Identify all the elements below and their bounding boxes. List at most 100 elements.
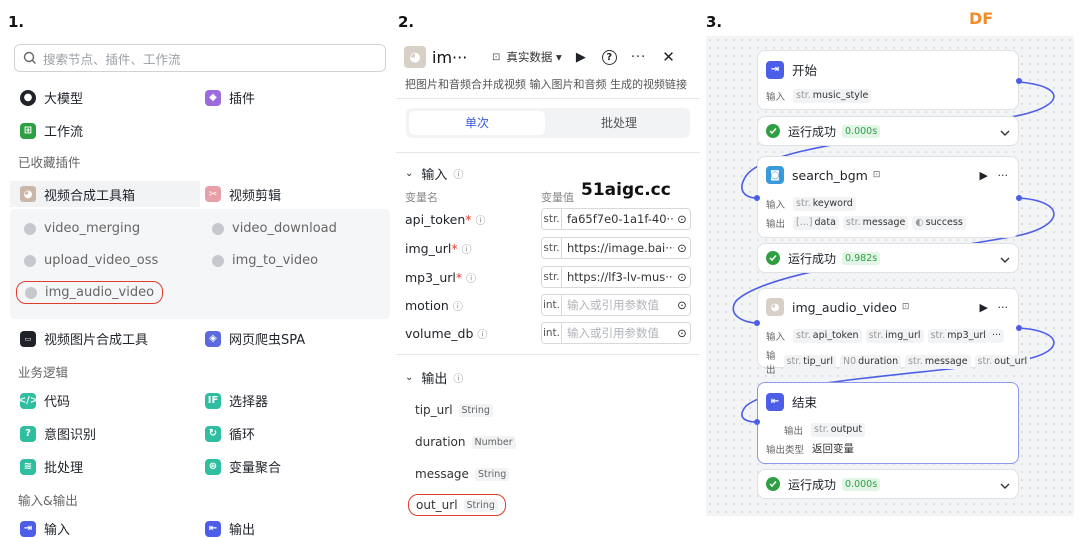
reference-picker-icon[interactable]: ⊙ (674, 212, 690, 226)
required-mark: * (465, 211, 472, 227)
type-label: str. (542, 267, 562, 287)
section-io: 输入&输出 (18, 493, 78, 508)
item-selector[interactable]: IF 选择器 (205, 391, 390, 410)
item-loop[interactable]: ↻ 循环 (205, 424, 390, 443)
fav-video-toolbox[interactable]: ◕ 视频合成工具箱 (10, 181, 201, 207)
item-llm[interactable]: ● 大模型 (20, 88, 205, 107)
output-port[interactable] (1016, 78, 1022, 84)
item-var-aggregate[interactable]: ⊛ 变量聚合 (205, 457, 390, 476)
output-type: Number (471, 435, 516, 449)
input-port[interactable] (754, 419, 760, 425)
item-spa-crawler[interactable]: ◈ 网页爬虫SPA (205, 329, 390, 348)
param-value-field[interactable]: int. 输入或引用参数值 ⊙ (541, 294, 691, 316)
search-input[interactable]: 搜索节点、插件、工作流 (14, 44, 386, 72)
more-icon[interactable]: ··· (998, 169, 1009, 182)
item-intent[interactable]: ? 意图识别 (20, 424, 205, 443)
node-start[interactable]: ⇥ 开始 输入 str. music_style (757, 50, 1019, 110)
more-icon[interactable]: ··· (631, 50, 646, 65)
reference-picker-icon[interactable]: ⊙ (674, 241, 690, 255)
output-port[interactable] (1016, 195, 1022, 201)
input-port[interactable] (754, 320, 760, 326)
param-value: fa65f7e0-1a1f-40··· (567, 212, 674, 226)
item-video-image-tool[interactable]: ▭ 视频图片合成工具 (20, 329, 205, 348)
plugin-tools-list: video_merging video_download upload_vide… (10, 209, 390, 319)
reference-picker-icon[interactable]: ⊙ (674, 298, 690, 312)
plugin-icon: ◙ (766, 166, 784, 184)
watermark-logo: DF (969, 9, 994, 28)
info-icon: ⓘ (453, 374, 464, 385)
item-code[interactable]: </> 代码 (18, 391, 205, 410)
node-end[interactable]: ⇤ 结束 输出 str. output 输出类型 返回变量 (757, 382, 1019, 464)
more-icon[interactable]: ··· (998, 301, 1009, 314)
param-pill: str. keyword (793, 197, 856, 211)
item-batch[interactable]: ≋ 批处理 (20, 457, 205, 476)
tool-upload-video-oss[interactable]: upload_video_oss (24, 253, 158, 268)
input-port[interactable] (754, 195, 760, 201)
io-label: 输出 (766, 351, 776, 376)
param-name: api_token (812, 330, 859, 341)
tool-img-audio-video[interactable]: img_audio_video (16, 281, 164, 304)
run-status-end[interactable]: 运行成功 0.000s (757, 469, 1019, 499)
output-name: message (415, 467, 469, 481)
output-port[interactable] (1016, 325, 1022, 331)
input-row-mp3-url: mp3_url* ⓘ str. https://lf3-lv-mus··· ⊙ (405, 266, 691, 288)
run-play-icon[interactable]: ▶ (576, 50, 586, 65)
item-label: 视频图片合成工具 (44, 333, 149, 348)
param-type: ◐ (915, 217, 924, 228)
tool-video-download[interactable]: video_download (212, 221, 337, 236)
reference-picker-icon[interactable]: ⊙ (674, 270, 690, 284)
tab-batch[interactable]: 批处理 (551, 111, 687, 135)
param-placeholder: 输入或引用参数值 (567, 326, 659, 340)
io-label: 输出 (766, 219, 786, 230)
io-label: 输入 (766, 92, 786, 103)
close-icon[interactable]: ✕ (662, 48, 675, 66)
param-name: data (814, 217, 836, 228)
tab-single[interactable]: 单次 (409, 111, 545, 135)
workflow-canvas[interactable]: ⇥ 开始 输入 str. music_style 运行成功 0.000s ◙ search… (706, 36, 1074, 516)
fav-video-edit[interactable]: ✂ 视频剪辑 (205, 181, 390, 207)
return-type-value: 返回变量 (812, 443, 855, 455)
run-status-start[interactable]: 运行成功 0.000s (757, 116, 1019, 146)
run-play-icon[interactable]: ▶ (980, 169, 988, 182)
tool-img-to-video[interactable]: img_to_video (212, 253, 318, 268)
param-value-field[interactable]: str. https://lf3-lv-mus··· ⊙ (541, 266, 691, 288)
param-name: out_url (994, 356, 1028, 367)
param-placeholder: 输入或引用参数值 (567, 298, 659, 312)
param-value-field[interactable]: str. https://image.bai··· ⊙ (541, 237, 691, 259)
run-status-search-bgm[interactable]: 运行成功 0.982s (757, 243, 1019, 273)
node-img-audio-video[interactable]: ◕ img_audio_video ⊡ ▶ ··· 输入 str. api_token s… (757, 288, 1031, 376)
param-value: https://lf3-lv-mus··· (567, 270, 674, 284)
item-input[interactable]: ⇥ 输入 (20, 519, 205, 538)
node-search-bgm[interactable]: ◙ search_bgm ⊡ ▶ ··· 输入 str. keyword 输出 [...] d… (757, 156, 1019, 238)
tool-video-merging[interactable]: video_merging (24, 221, 140, 236)
plugin-avatar-icon: ◕ (404, 46, 426, 68)
item-workflow[interactable]: ⊞ 工作流 (20, 121, 209, 140)
param-pill: str. output (811, 423, 866, 437)
help-icon[interactable]: ? (601, 49, 617, 65)
item-label: 网页爬虫SPA (229, 333, 306, 348)
data-mode-select[interactable]: 真实数据 ▾ (506, 49, 561, 65)
input-row-img-url: img_url* ⓘ str. https://image.bai··· ⊙ (405, 237, 691, 259)
param-value-field[interactable]: str. fa65f7e0-1a1f-40··· ⊙ (541, 208, 691, 230)
input-section-header[interactable]: ⌄ 输入 ⓘ (405, 164, 463, 183)
elapsed-time: 0.982s (842, 251, 881, 265)
info-icon: ⓘ (461, 244, 472, 256)
reference-picker-icon[interactable]: ⊙ (674, 326, 690, 340)
llm-icon: ● (20, 89, 36, 106)
info-icon: ⓘ (477, 329, 488, 341)
run-play-icon[interactable]: ▶ (980, 301, 988, 314)
col-var-value: 变量值 (541, 191, 574, 204)
more-params-icon[interactable]: ··· (988, 329, 1004, 343)
item-plugin[interactable]: ◆ 插件 (205, 88, 390, 107)
param-name: keyword (812, 198, 853, 209)
param-type: str. (908, 356, 923, 367)
param-value-field[interactable]: int. 输入或引用参数值 ⊙ (541, 322, 691, 344)
item-label: 插件 (229, 92, 256, 107)
output-section-header[interactable]: ⌄ 输出 ⓘ (405, 368, 463, 387)
output-row-tip-url: tip_url String (415, 403, 493, 417)
param-name: mp3_url (405, 269, 456, 285)
test-run-panel: ◕ im··· ⊡ 真实数据 ▾ ▶ ? ··· ✕ 把图片和音频合并成视频 输… (396, 40, 700, 536)
param-pill: str. api_token (793, 329, 862, 343)
item-output[interactable]: ⇤ 输出 (205, 519, 390, 538)
step-1-label: 1. (8, 13, 25, 31)
